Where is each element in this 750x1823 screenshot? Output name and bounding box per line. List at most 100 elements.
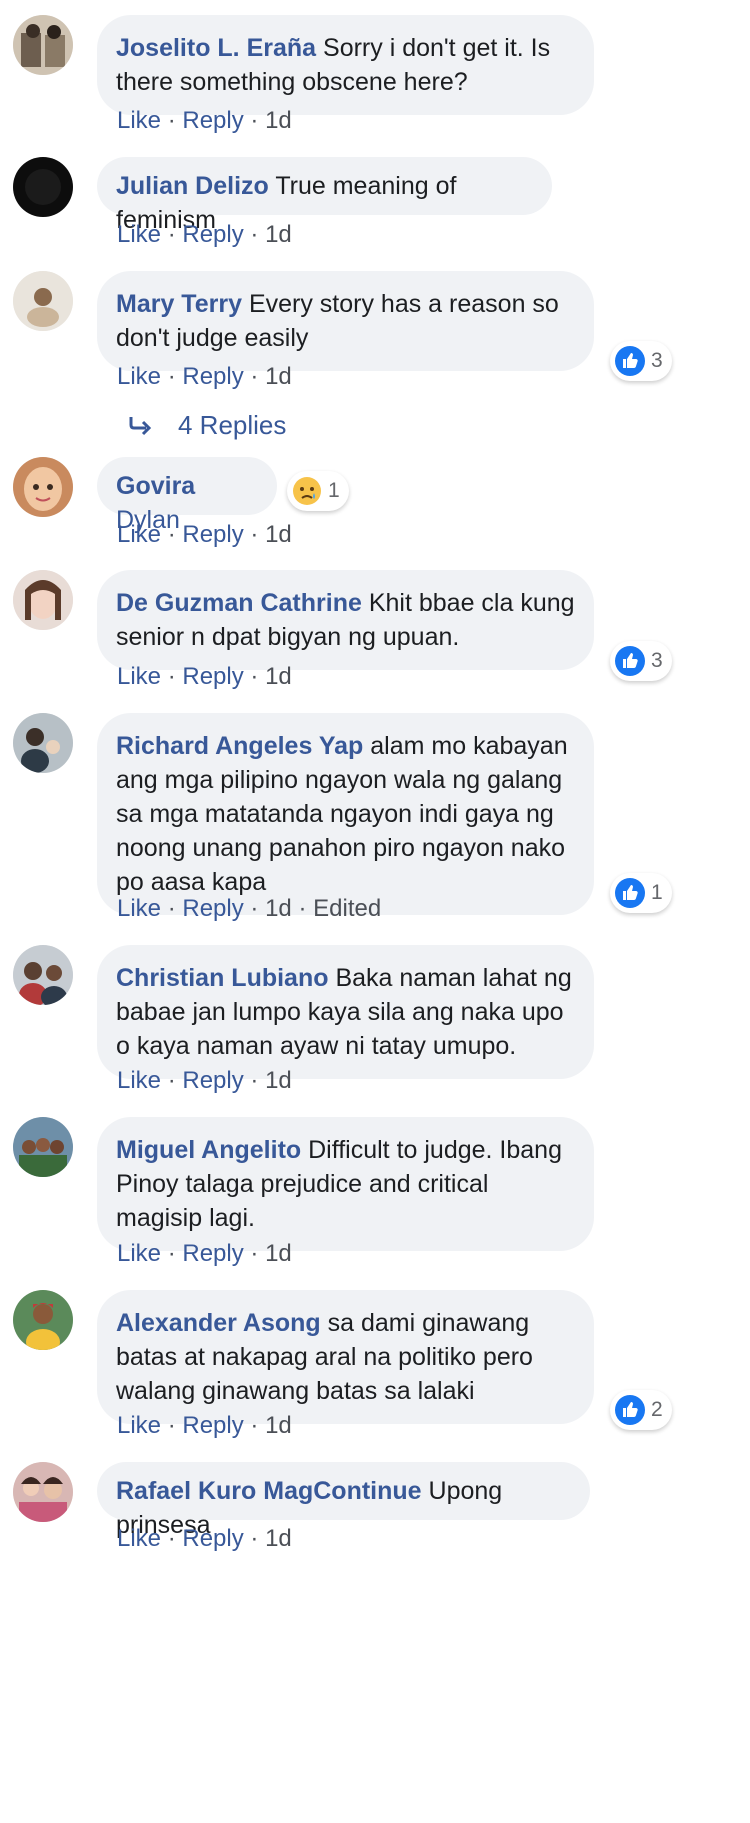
timestamp[interactable]: 1d <box>265 107 292 134</box>
avatar[interactable] <box>13 713 73 773</box>
timestamp[interactable]: 1d <box>265 1525 292 1552</box>
reaction-number: 2 <box>651 1398 663 1421</box>
like-button[interactable]: Like <box>117 1240 161 1267</box>
separator: · <box>250 1525 259 1552</box>
avatar[interactable] <box>13 157 73 217</box>
timestamp[interactable]: 1d <box>265 1412 292 1439</box>
replies-count[interactable]: 4 Replies <box>178 410 286 441</box>
comment-actions: Like · Reply · 1d <box>117 520 292 550</box>
comment-bubble: Miguel Angelito Difficult to judge. Iban… <box>97 1117 594 1251</box>
avatar[interactable] <box>13 1117 73 1177</box>
commenter-name[interactable]: De Guzman Cathrine <box>116 589 362 617</box>
separator: · <box>167 221 176 248</box>
reply-button[interactable]: Reply <box>182 107 243 134</box>
comment-bubble: Alexander Asong sa dami ginawang batas a… <box>97 1290 594 1424</box>
view-replies-link[interactable]: 4 Replies <box>128 410 286 441</box>
commenter-name[interactable]: Richard Angeles Yap <box>116 732 363 760</box>
like-button[interactable]: Like <box>117 221 161 248</box>
like-reaction-icon <box>615 346 645 376</box>
separator: · <box>167 663 176 690</box>
commenter-name[interactable]: Govira <box>116 472 195 500</box>
like-reaction-icon <box>615 1395 645 1425</box>
commenter-name[interactable]: Alexander Asong <box>116 1309 321 1337</box>
reply-button[interactable]: Reply <box>182 1525 243 1552</box>
separator: · <box>298 895 307 922</box>
comment-actions: Like · Reply · 1d · Edited <box>117 894 381 924</box>
separator: · <box>250 107 259 134</box>
comment-actions: Like · Reply · 1d <box>117 1524 292 1554</box>
reply-button[interactable]: Reply <box>182 363 243 390</box>
comment-bubble: Christian Lubiano Baka naman lahat ng ba… <box>97 945 594 1079</box>
reaction-count[interactable]: 3 <box>610 641 672 681</box>
comment-actions: Like · Reply · 1d <box>117 362 292 392</box>
reply-button[interactable]: Reply <box>182 1067 243 1094</box>
reply-arrow-icon <box>129 416 152 435</box>
comment-actions: Like · Reply · 1d <box>117 1066 292 1096</box>
reply-button[interactable]: Reply <box>182 1240 243 1267</box>
separator: · <box>167 363 176 390</box>
avatar[interactable] <box>13 1290 73 1350</box>
like-button[interactable]: Like <box>117 895 161 922</box>
avatar[interactable] <box>13 570 73 630</box>
commenter-name[interactable]: Christian Lubiano <box>116 964 329 992</box>
commenter-name[interactable]: Julian Delizo <box>116 172 269 200</box>
reply-button[interactable]: Reply <box>182 221 243 248</box>
separator: · <box>250 521 259 548</box>
comment-actions: Like · Reply · 1d <box>117 1411 292 1441</box>
avatar[interactable] <box>13 945 73 1005</box>
commenter-name[interactable]: Mary Terry <box>116 290 242 318</box>
reaction-count[interactable]: 1 <box>610 873 672 913</box>
reaction-number: 3 <box>651 349 663 372</box>
avatar[interactable] <box>13 271 73 331</box>
reply-button[interactable]: Reply <box>182 663 243 690</box>
separator: · <box>250 1240 259 1267</box>
comment-actions: Like · Reply · 1d <box>117 106 292 136</box>
comment-actions: Like · Reply · 1d <box>117 1239 292 1269</box>
reaction-count[interactable]: 1 <box>287 471 349 511</box>
separator: · <box>250 221 259 248</box>
timestamp[interactable]: 1d <box>265 663 292 690</box>
reply-button[interactable]: Reply <box>182 521 243 548</box>
timestamp[interactable]: 1d <box>265 1067 292 1094</box>
comment-bubble: Joselito L. Eraña Sorry i don't get it. … <box>97 15 594 115</box>
timestamp[interactable]: 1d <box>265 895 292 922</box>
like-button[interactable]: Like <box>117 663 161 690</box>
timestamp[interactable]: 1d <box>265 221 292 248</box>
commenter-name[interactable]: Miguel Angelito <box>116 1136 301 1164</box>
comment-bubble: Richard Angeles Yap alam mo kabayan ang … <box>97 713 594 915</box>
like-button[interactable]: Like <box>117 107 161 134</box>
reaction-number: 3 <box>651 649 663 672</box>
avatar[interactable] <box>13 457 73 517</box>
reaction-count[interactable]: 3 <box>610 341 672 381</box>
separator: · <box>167 1412 176 1439</box>
comment-bubble: Julian Delizo True meaning of feminism <box>97 157 552 234</box>
comment-bubble: Rafael Kuro MagContinue Upong prinsesa <box>97 1462 590 1539</box>
like-reaction-icon <box>615 646 645 676</box>
commenter-name[interactable]: Rafael Kuro MagContinue <box>116 1477 422 1505</box>
separator: · <box>167 1525 176 1552</box>
like-reaction-icon <box>615 878 645 908</box>
separator: · <box>167 521 176 548</box>
sad-reaction-icon <box>293 477 321 505</box>
avatar[interactable] <box>13 1462 73 1522</box>
separator: · <box>250 363 259 390</box>
separator: · <box>167 1240 176 1267</box>
like-button[interactable]: Like <box>117 1067 161 1094</box>
like-button[interactable]: Like <box>117 1525 161 1552</box>
avatar[interactable] <box>13 15 73 75</box>
edited-label[interactable]: Edited <box>313 895 381 922</box>
reply-button[interactable]: Reply <box>182 1412 243 1439</box>
timestamp[interactable]: 1d <box>265 363 292 390</box>
like-button[interactable]: Like <box>117 363 161 390</box>
separator: · <box>167 895 176 922</box>
reaction-number: 1 <box>651 881 663 904</box>
reaction-number: 1 <box>328 479 340 502</box>
reaction-count[interactable]: 2 <box>610 1390 672 1430</box>
comment-actions: Like · Reply · 1d <box>117 662 292 692</box>
timestamp[interactable]: 1d <box>265 521 292 548</box>
timestamp[interactable]: 1d <box>265 1240 292 1267</box>
reply-button[interactable]: Reply <box>182 895 243 922</box>
like-button[interactable]: Like <box>117 1412 161 1439</box>
like-button[interactable]: Like <box>117 521 161 548</box>
commenter-name[interactable]: Joselito L. Eraña <box>116 34 316 62</box>
